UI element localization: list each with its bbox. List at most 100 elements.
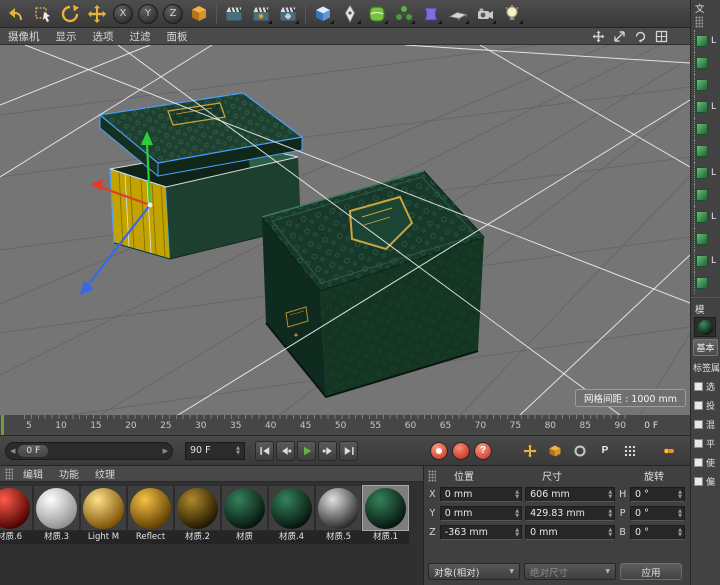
attribute-row[interactable]: 投 bbox=[691, 396, 720, 415]
position-field[interactable]: 0 mm ▲ ▼ bbox=[440, 506, 522, 521]
panel-grip-icon[interactable] bbox=[695, 16, 703, 28]
attribute-row[interactable]: 混 bbox=[691, 415, 720, 434]
material-item[interactable]: 材质.4 bbox=[268, 485, 315, 544]
field-stepper[interactable]: ▲ ▼ bbox=[678, 490, 682, 500]
attribute-checkbox[interactable] bbox=[694, 477, 703, 486]
field-stepper[interactable]: ▲ ▼ bbox=[515, 509, 519, 519]
viewport-menu-item[interactable]: 过滤 bbox=[122, 28, 159, 45]
render-picture-viewer-button[interactable] bbox=[248, 1, 274, 26]
attribute-row[interactable]: 选 bbox=[691, 377, 720, 396]
stepper-down-icon[interactable]: ▼ bbox=[608, 514, 612, 519]
material-item[interactable]: 材质.3 bbox=[33, 485, 80, 544]
material-preview[interactable] bbox=[127, 485, 174, 531]
timeline-power-slider[interactable]: ◀ 0 F ▶ bbox=[5, 442, 173, 460]
object-item[interactable] bbox=[696, 272, 720, 294]
object-cube-icon[interactable] bbox=[696, 255, 708, 267]
array-generator-button[interactable] bbox=[391, 1, 417, 26]
object-item[interactable] bbox=[696, 74, 720, 96]
attribute-checkbox[interactable] bbox=[694, 382, 703, 391]
stepper-down-icon[interactable]: ▼ bbox=[608, 533, 612, 538]
object-cube-icon[interactable] bbox=[696, 211, 708, 223]
primitive-cube-button[interactable] bbox=[310, 1, 336, 26]
stepper-down-icon[interactable]: ▼ bbox=[678, 514, 682, 519]
object-cube-icon[interactable] bbox=[696, 35, 708, 47]
size-mode-dropdown[interactable]: 绝对尺寸 ▼ bbox=[524, 563, 616, 580]
viewport-menu-item[interactable]: 摄像机 bbox=[0, 28, 48, 45]
zoom-view-button[interactable] bbox=[613, 30, 626, 43]
material-menu-item[interactable]: 功能 bbox=[51, 466, 87, 481]
position-field[interactable]: -363 mm ▲ ▼ bbox=[440, 525, 522, 540]
axis-z-lock-button[interactable]: Z bbox=[163, 4, 183, 24]
play-button[interactable] bbox=[297, 441, 316, 461]
object-item[interactable]: L bbox=[696, 30, 720, 52]
deformer-button[interactable] bbox=[418, 1, 444, 26]
material-item[interactable]: Reflect bbox=[127, 485, 174, 544]
current-frame-marker[interactable] bbox=[1, 415, 4, 435]
key-pla-toggle[interactable] bbox=[620, 441, 640, 461]
coordinate-mode-dropdown[interactable]: 对象(相对) ▼ bbox=[428, 563, 520, 580]
selection-tool-button[interactable] bbox=[30, 1, 56, 26]
object-item[interactable] bbox=[696, 228, 720, 250]
material-item[interactable]: 材质.2 bbox=[174, 485, 221, 544]
gizmo-origin[interactable] bbox=[148, 203, 153, 208]
tab-basic[interactable]: 基本 bbox=[693, 339, 718, 356]
object-item[interactable] bbox=[696, 184, 720, 206]
attribute-checkbox[interactable] bbox=[694, 420, 703, 429]
end-frame-field[interactable]: 90 F ▲ ▼ bbox=[185, 442, 245, 460]
viewport-3d[interactable]: 网格间距 : 1000 mm bbox=[0, 45, 690, 415]
keyframe-selection-button[interactable] bbox=[659, 441, 679, 461]
stepper-down-icon[interactable]: ▼ bbox=[678, 533, 682, 538]
position-field[interactable]: 0 mm ▲ ▼ bbox=[440, 487, 522, 502]
object-cube-icon[interactable] bbox=[696, 145, 708, 157]
object-cube-icon[interactable] bbox=[696, 233, 708, 245]
autokey-button[interactable] bbox=[452, 442, 470, 460]
material-menu-item[interactable]: 纹理 bbox=[87, 466, 123, 481]
material-preview[interactable] bbox=[80, 485, 127, 531]
environment-floor-button[interactable] bbox=[445, 1, 471, 26]
material-preview[interactable] bbox=[268, 485, 315, 531]
rotate-tool-button[interactable] bbox=[57, 1, 83, 26]
size-field[interactable]: 606 mm ▲ ▼ bbox=[525, 487, 615, 502]
timeline-ruler[interactable]: 5 10 15 20 25 30 35 40 45 50 55 60 bbox=[0, 415, 690, 436]
material-menu-item[interactable]: 编辑 bbox=[15, 466, 51, 481]
end-frame-stepper[interactable]: ▲ ▼ bbox=[236, 446, 240, 456]
attribute-checkbox[interactable] bbox=[694, 401, 703, 410]
panel-grip-icon[interactable] bbox=[5, 468, 13, 480]
render-view-button[interactable] bbox=[221, 1, 247, 26]
material-item[interactable]: 材质.1 bbox=[362, 485, 409, 544]
coordinate-system-button[interactable] bbox=[186, 1, 212, 26]
object-cube-icon[interactable] bbox=[696, 167, 708, 179]
key-parameter-toggle[interactable]: P bbox=[595, 441, 615, 461]
pan-view-button[interactable] bbox=[592, 30, 605, 43]
stepper-down-icon[interactable]: ▼ bbox=[515, 514, 519, 519]
subdivision-surface-button[interactable] bbox=[364, 1, 390, 26]
stepper-down-icon[interactable]: ▼ bbox=[515, 533, 519, 538]
field-stepper[interactable]: ▲ ▼ bbox=[678, 528, 682, 538]
field-stepper[interactable]: ▲ ▼ bbox=[608, 509, 612, 519]
light-button[interactable] bbox=[499, 1, 525, 26]
object-cube-icon[interactable] bbox=[696, 57, 708, 69]
material-preview[interactable] bbox=[221, 485, 268, 531]
spline-pen-button[interactable] bbox=[337, 1, 363, 26]
axis-x-lock-button[interactable]: X bbox=[113, 4, 133, 24]
rotate-view-button[interactable] bbox=[634, 30, 647, 43]
rotation-field[interactable]: 0 ° ▲ ▼ bbox=[630, 525, 685, 540]
object-item[interactable]: L bbox=[696, 96, 720, 118]
material-item[interactable]: 材质 bbox=[221, 485, 268, 544]
material-preview[interactable] bbox=[174, 485, 221, 531]
stepper-down-icon[interactable]: ▼ bbox=[678, 495, 682, 500]
viewport-menu-item[interactable]: 选项 bbox=[85, 28, 122, 45]
size-field[interactable]: 0 mm ▲ ▼ bbox=[525, 525, 615, 540]
stepper-down-icon[interactable]: ▼ bbox=[515, 495, 519, 500]
object-item[interactable] bbox=[696, 52, 720, 74]
camera-button[interactable] bbox=[472, 1, 498, 26]
attribute-row[interactable]: 偏 bbox=[691, 472, 720, 491]
panel-grip-icon[interactable] bbox=[428, 470, 436, 482]
object-item[interactable]: L bbox=[696, 162, 720, 184]
object-cube-icon[interactable] bbox=[696, 79, 708, 91]
slider-left-arrow-icon[interactable]: ◀ bbox=[10, 447, 15, 455]
viewport-menu-item[interactable]: 面板 bbox=[159, 28, 196, 45]
key-scale-toggle[interactable] bbox=[545, 441, 565, 461]
field-stepper[interactable]: ▲ ▼ bbox=[678, 509, 682, 519]
stepper-down-icon[interactable]: ▼ bbox=[608, 495, 612, 500]
